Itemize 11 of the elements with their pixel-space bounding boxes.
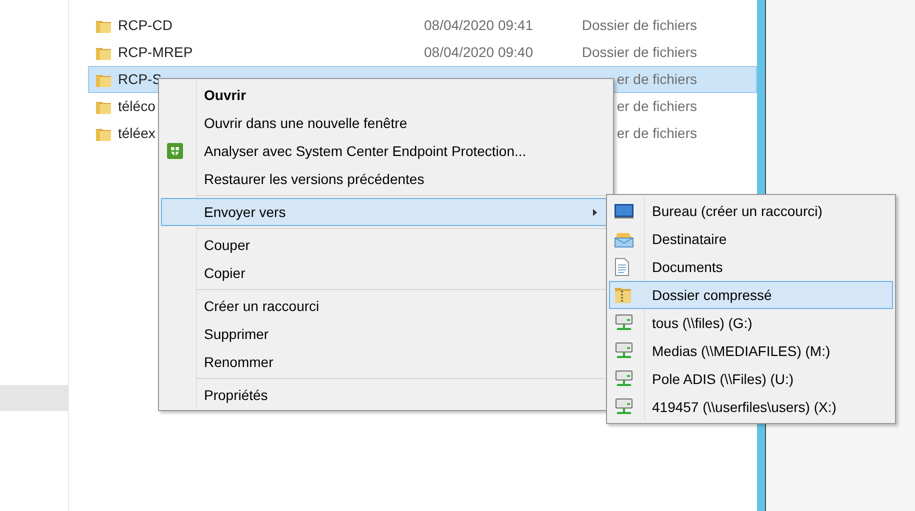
file-name: téléco <box>118 98 156 114</box>
file-type: er de fichiers <box>616 124 697 143</box>
file-name: RCP-MREP <box>118 44 193 60</box>
file-name: RCP-CD <box>118 17 172 33</box>
file-type: Dossier de fichiers <box>580 16 697 35</box>
file-type: Dossier de fichiers <box>580 43 697 62</box>
file-type: er de fichiers <box>616 70 697 89</box>
file-type: er de fichiers <box>616 97 697 116</box>
file-name: téléex <box>118 125 156 141</box>
modified-date: 08/04/2020 09:40 <box>424 43 534 62</box>
modified-date: 08/04/2020 09:41 <box>424 16 534 35</box>
